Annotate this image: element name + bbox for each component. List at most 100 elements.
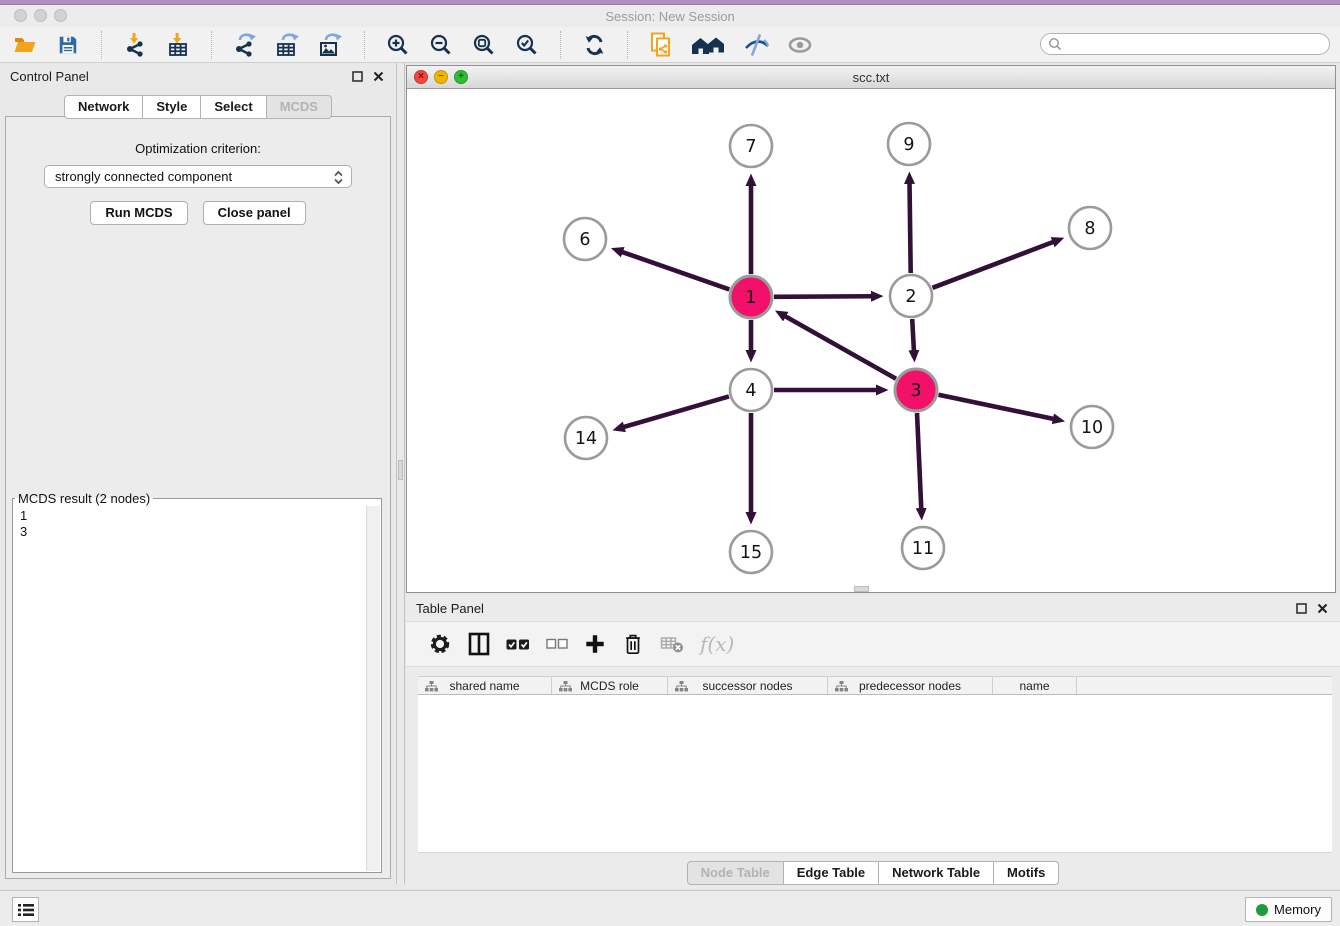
float-table-panel-icon[interactable] <box>1294 601 1309 616</box>
graph-edge-3-1[interactable] <box>785 316 896 378</box>
window-controls[interactable] <box>14 9 67 22</box>
svg-text:10: 10 <box>1081 418 1103 438</box>
open-session-icon[interactable] <box>12 32 38 58</box>
function-builder-icon[interactable]: f(x) <box>700 631 734 657</box>
panel-splitter[interactable] <box>396 63 405 884</box>
graph-node-4[interactable]: 4 <box>730 369 772 411</box>
network-graph[interactable]: 7 9 6 8 1 2 4 3 14 10 15 11 <box>407 89 1335 592</box>
column-header-MCDS-role[interactable]: MCDS role <box>552 677 668 694</box>
graph-edge-3-10[interactable] <box>939 395 1054 419</box>
export-image-icon[interactable] <box>318 32 344 58</box>
run-mcds-button[interactable]: Run MCDS <box>90 201 187 225</box>
show-graphics-details-icon[interactable] <box>787 32 813 58</box>
duplicate-network-icon[interactable] <box>648 32 674 58</box>
splitter-grip[interactable] <box>398 460 403 480</box>
column-chooser-icon[interactable] <box>468 631 490 657</box>
graph-edge-2-9[interactable] <box>910 183 911 273</box>
delete-table-icon[interactable] <box>660 631 684 657</box>
search-icon <box>1048 37 1062 51</box>
graph-node-9[interactable]: 9 <box>888 123 930 165</box>
apply-layout-icon[interactable] <box>581 32 607 58</box>
select-all-icon[interactable] <box>506 631 530 657</box>
network-resize-grip[interactable] <box>854 586 869 592</box>
task-history-button[interactable] <box>12 897 39 922</box>
export-network-icon[interactable] <box>232 32 258 58</box>
search-box[interactable] <box>1040 33 1330 55</box>
graph-node-8[interactable]: 8 <box>1069 207 1111 249</box>
float-panel-icon[interactable] <box>350 69 365 84</box>
optimization-select[interactable]: strongly connected component <box>44 165 352 188</box>
zoom-out-icon[interactable] <box>428 32 454 58</box>
mcds-result-box: MCDS result (2 nodes) 13 <box>12 491 382 873</box>
hide-graphics-details-icon[interactable] <box>744 32 770 58</box>
graph-node-15[interactable]: 15 <box>730 531 772 573</box>
graph-edge-1-6[interactable] <box>622 252 729 289</box>
import-table-icon[interactable] <box>165 32 191 58</box>
tab-edge-table[interactable]: Edge Table <box>784 861 879 885</box>
zoom-fit-icon[interactable] <box>471 32 497 58</box>
tab-style[interactable]: Style <box>143 95 201 119</box>
app-titlebar: Session: New Session <box>0 5 1340 27</box>
zoom-selected-icon[interactable] <box>514 32 540 58</box>
network-canvas[interactable]: 7 9 6 8 1 2 4 3 14 10 15 11 <box>407 89 1335 592</box>
column-header-name[interactable]: name <box>993 677 1077 694</box>
graph-edge-2-8[interactable] <box>933 242 1054 288</box>
svg-text:2: 2 <box>905 287 916 307</box>
result-scrollbar[interactable] <box>366 506 380 871</box>
add-row-icon[interactable] <box>584 631 606 657</box>
svg-text:9: 9 <box>903 135 914 155</box>
graph-edge-4-14[interactable] <box>624 396 729 427</box>
graph-node-3[interactable]: 3 <box>895 369 937 411</box>
network-window-titlebar[interactable]: × − + scc.txt <box>407 66 1335 89</box>
close-table-panel-icon[interactable] <box>1315 601 1330 616</box>
table-settings-icon[interactable] <box>428 631 452 657</box>
column-header-shared-name[interactable]: shared name <box>418 677 552 694</box>
tab-network-table[interactable]: Network Table <box>879 861 994 885</box>
home-icon[interactable] <box>691 32 727 58</box>
graph-node-10[interactable]: 10 <box>1071 406 1113 448</box>
import-network-icon[interactable] <box>122 32 148 58</box>
mcds-result-list[interactable]: 13 <box>14 506 366 871</box>
graph-edge-3-11[interactable] <box>917 413 921 509</box>
memory-button[interactable]: Memory <box>1245 897 1332 922</box>
graph-node-1[interactable]: 1 <box>730 276 772 318</box>
network-maximize-icon[interactable]: + <box>454 70 468 84</box>
optimization-criterion-label: Optimization criterion: <box>6 141 390 156</box>
delete-row-icon[interactable] <box>622 631 644 657</box>
close-panel-button[interactable]: Close panel <box>203 201 306 225</box>
graph-edge-1-2[interactable] <box>774 296 872 297</box>
graph-node-11[interactable]: 11 <box>902 527 944 569</box>
hierarchy-icon <box>559 681 572 692</box>
node-table-header: shared nameMCDS rolesuccessor nodesprede… <box>418 676 1332 695</box>
column-header-predecessor-nodes[interactable]: predecessor nodes <box>828 677 993 694</box>
table-panel: Table Panel f(x) shared nameMCDS rolesuc… <box>406 595 1340 888</box>
search-input[interactable] <box>1062 35 1329 53</box>
network-window-title: scc.txt <box>853 70 890 85</box>
graph-node-7[interactable]: 7 <box>730 125 772 167</box>
network-close-icon[interactable]: × <box>414 70 428 84</box>
mcds-result-value: 1 <box>20 508 366 524</box>
graph-node-6[interactable]: 6 <box>564 218 606 260</box>
tab-node-table[interactable]: Node Table <box>687 861 784 885</box>
graph-node-2[interactable]: 2 <box>890 275 932 317</box>
tab-network[interactable]: Network <box>64 95 143 119</box>
svg-text:6: 6 <box>579 230 590 250</box>
column-header-successor-nodes[interactable]: successor nodes <box>668 677 828 694</box>
close-window-button[interactable] <box>14 9 27 22</box>
close-panel-icon[interactable] <box>371 69 386 84</box>
tab-motifs[interactable]: Motifs <box>994 861 1059 885</box>
network-minimize-icon[interactable]: − <box>434 70 448 84</box>
minimize-window-button[interactable] <box>34 9 47 22</box>
graph-edge-2-3[interactable] <box>912 319 914 351</box>
zoom-in-icon[interactable] <box>385 32 411 58</box>
toolbar-separator <box>560 31 561 59</box>
maximize-window-button[interactable] <box>54 9 67 22</box>
export-table-icon[interactable] <box>275 32 301 58</box>
toolbar-separator <box>101 31 102 59</box>
deselect-all-icon[interactable] <box>546 631 568 657</box>
mcds-result-value: 3 <box>20 524 366 540</box>
tab-mcds[interactable]: MCDS <box>267 95 332 119</box>
save-session-icon[interactable] <box>55 32 81 58</box>
tab-select[interactable]: Select <box>201 95 266 119</box>
graph-node-14[interactable]: 14 <box>565 417 607 459</box>
